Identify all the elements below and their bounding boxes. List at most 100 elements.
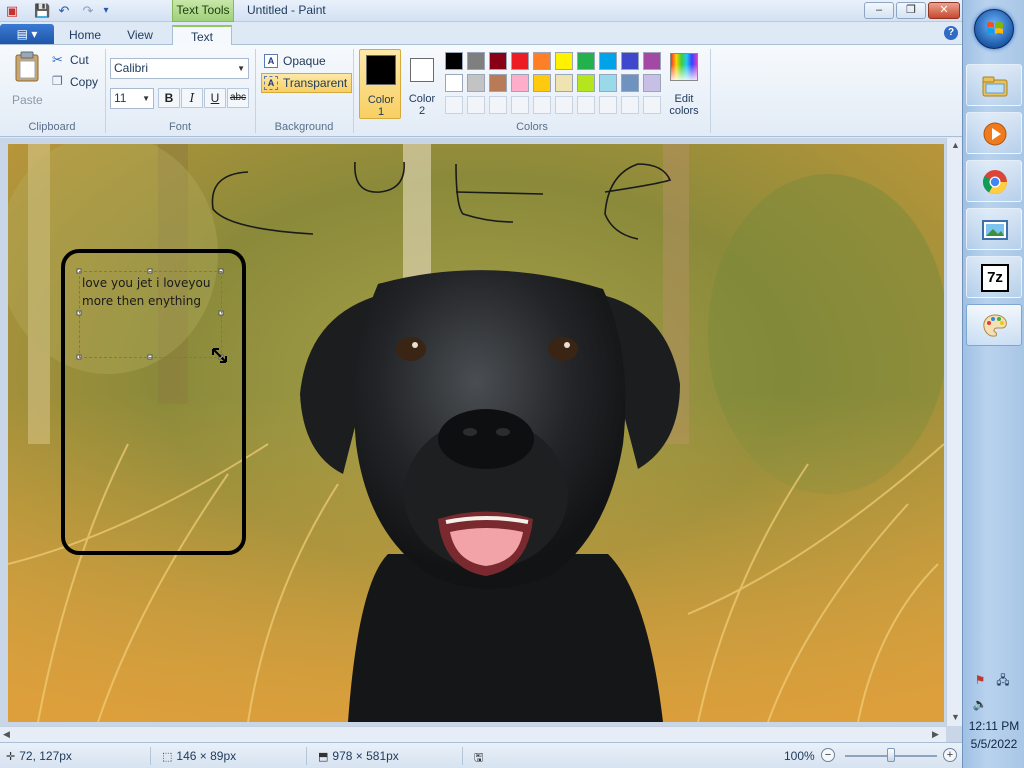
palette-swatch[interactable] <box>489 52 507 70</box>
palette-swatch[interactable] <box>643 74 661 92</box>
palette-swatch-empty[interactable] <box>533 96 551 114</box>
tab-text[interactable]: Text <box>172 25 232 46</box>
palette-swatch[interactable] <box>445 52 463 70</box>
help-icon[interactable]: ? <box>944 26 958 40</box>
cut-button[interactable]: ✂ Cut <box>52 52 102 70</box>
paint-menu-button[interactable]: ▤ ▾ <box>0 24 54 44</box>
zoom-in-button[interactable]: + <box>943 748 957 762</box>
color2-button[interactable]: Color 2 <box>402 49 442 119</box>
colors-group-label: Colors <box>516 121 548 133</box>
palette-swatch[interactable] <box>511 74 529 92</box>
disk-icon: 🖫 <box>474 752 484 764</box>
save-icon[interactable]: 💾 <box>34 3 50 19</box>
customize-qat-icon[interactable]: ▾ <box>98 3 114 19</box>
palette-swatch[interactable] <box>621 52 639 70</box>
tab-home[interactable]: Home <box>60 25 110 45</box>
palette-swatch[interactable] <box>445 74 463 92</box>
strikethrough-button[interactable]: abc <box>227 88 249 108</box>
title-bar: ▣ 💾 ↶ ↷ ▾ Text Tools Untitled - Paint – … <box>0 0 962 22</box>
clock-time[interactable]: 12:11 PM <box>963 719 1024 733</box>
explorer-icon <box>982 76 1008 97</box>
scroll-down-icon[interactable]: ▼ <box>951 712 960 722</box>
horizontal-scrollbar[interactable]: ◀ ▶ <box>0 726 946 742</box>
palette-swatch[interactable] <box>533 74 551 92</box>
palette-swatch[interactable] <box>467 52 485 70</box>
palette-swatch[interactable] <box>599 52 617 70</box>
palette-swatch-empty[interactable] <box>467 96 485 114</box>
color1-button[interactable]: Color 1 <box>359 49 401 119</box>
cursor-position-value: 72, 127px <box>19 749 72 763</box>
status-bar: ✛ 72, 127px ⬚ 146 × 89px ⬒ 978 × 581px 🖫 10… <box>0 742 962 768</box>
close-button[interactable]: ✕ <box>928 2 960 19</box>
paint-app-icon[interactable]: ▣ <box>4 3 20 19</box>
taskbar-chrome[interactable] <box>966 160 1022 202</box>
palette-swatch-empty[interactable] <box>599 96 617 114</box>
maximize-button[interactable]: ❐ <box>896 2 926 19</box>
network-icon[interactable]: 🖧 <box>995 672 1011 688</box>
palette-swatch[interactable] <box>489 74 507 92</box>
cursor-position: ✛ 72, 127px <box>6 749 72 763</box>
undo-icon[interactable]: ↶ <box>56 3 72 19</box>
canvas-area: love you jet i loveyou more then enythin… <box>0 138 962 742</box>
bold-button[interactable]: B <box>158 88 180 108</box>
font-family-dropdown[interactable]: Calibri ▼ <box>110 58 249 79</box>
palette-swatch-empty[interactable] <box>621 96 639 114</box>
zoom-out-button[interactable]: − <box>821 748 835 762</box>
palette-swatch-empty[interactable] <box>445 96 463 114</box>
redo-icon[interactable]: ↷ <box>80 3 96 19</box>
volume-icon[interactable]: 🔈 <box>972 696 988 712</box>
palette-swatch[interactable] <box>555 52 573 70</box>
taskbar-media-player[interactable] <box>966 112 1022 154</box>
canvas-text-line: more then enything <box>82 294 201 308</box>
edit-colors-button[interactable]: Edit colors <box>665 49 703 119</box>
palette-swatch[interactable] <box>511 52 529 70</box>
font-size-dropdown[interactable]: 11 ▼ <box>110 88 154 109</box>
clock-date[interactable]: 5/5/2022 <box>963 737 1024 751</box>
palette-swatch-empty[interactable] <box>511 96 529 114</box>
image-size: ⬒ 978 × 581px <box>318 749 399 763</box>
edit-colors-label-line1: Edit <box>674 93 694 105</box>
taskbar-7zip[interactable]: 7z <box>966 256 1022 298</box>
canvas-text-box[interactable]: love you jet i loveyou more then enythin… <box>82 274 222 310</box>
palette-swatch-empty[interactable] <box>555 96 573 114</box>
taskbar-paint[interactable] <box>966 304 1022 346</box>
palette-swatch[interactable] <box>577 52 595 70</box>
palette-swatch[interactable] <box>555 74 573 92</box>
palette-swatch[interactable] <box>599 74 617 92</box>
start-button[interactable] <box>974 9 1014 49</box>
transparent-button[interactable]: A Transparent <box>261 73 353 93</box>
taskbar-photo-viewer[interactable] <box>966 208 1022 250</box>
palette-swatch[interactable] <box>621 74 639 92</box>
transparent-icon: A <box>264 76 278 90</box>
palette-swatch-empty[interactable] <box>643 96 661 114</box>
palette-swatch[interactable] <box>533 52 551 70</box>
copy-button[interactable]: ❐ Copy <box>52 74 102 92</box>
palette-swatch[interactable] <box>467 74 485 92</box>
opaque-label: Opaque <box>283 54 326 68</box>
zoom-slider-thumb[interactable] <box>887 748 895 762</box>
scroll-right-icon[interactable]: ▶ <box>932 729 939 740</box>
action-center-flag-icon[interactable]: ⚑ <box>972 672 988 688</box>
palette-swatch[interactable] <box>643 52 661 70</box>
underline-button[interactable]: U <box>204 88 226 108</box>
paint-window: ▣ 💾 ↶ ↷ ▾ Text Tools Untitled - Paint – … <box>0 0 962 768</box>
italic-button[interactable]: I <box>181 88 203 108</box>
scroll-left-icon[interactable]: ◀ <box>3 729 10 740</box>
tab-view[interactable]: View <box>116 25 164 45</box>
palette-swatch[interactable] <box>577 74 595 92</box>
paste-button[interactable]: Paste <box>8 49 46 109</box>
vertical-scrollbar[interactable]: ▲ ▼ <box>946 138 962 726</box>
scroll-up-icon[interactable]: ▲ <box>951 140 960 150</box>
drawing-canvas[interactable]: love you jet i loveyou more then enythin… <box>8 144 944 722</box>
palette-swatch-empty[interactable] <box>577 96 595 114</box>
edit-colors-label-line2: colors <box>669 105 699 117</box>
status-divider <box>150 747 151 765</box>
palette-swatch-empty[interactable] <box>489 96 507 114</box>
taskbar-explorer[interactable] <box>966 64 1022 106</box>
ribbon-tab-bar: ▤ ▾ Home View Text ? <box>0 22 962 46</box>
opaque-button[interactable]: A Opaque <box>261 51 331 71</box>
font-size-value: 11 <box>114 91 127 105</box>
crosshair-icon: ✛ <box>6 751 16 763</box>
font-family-value: Calibri <box>114 61 149 75</box>
minimize-button[interactable]: – <box>864 2 894 19</box>
